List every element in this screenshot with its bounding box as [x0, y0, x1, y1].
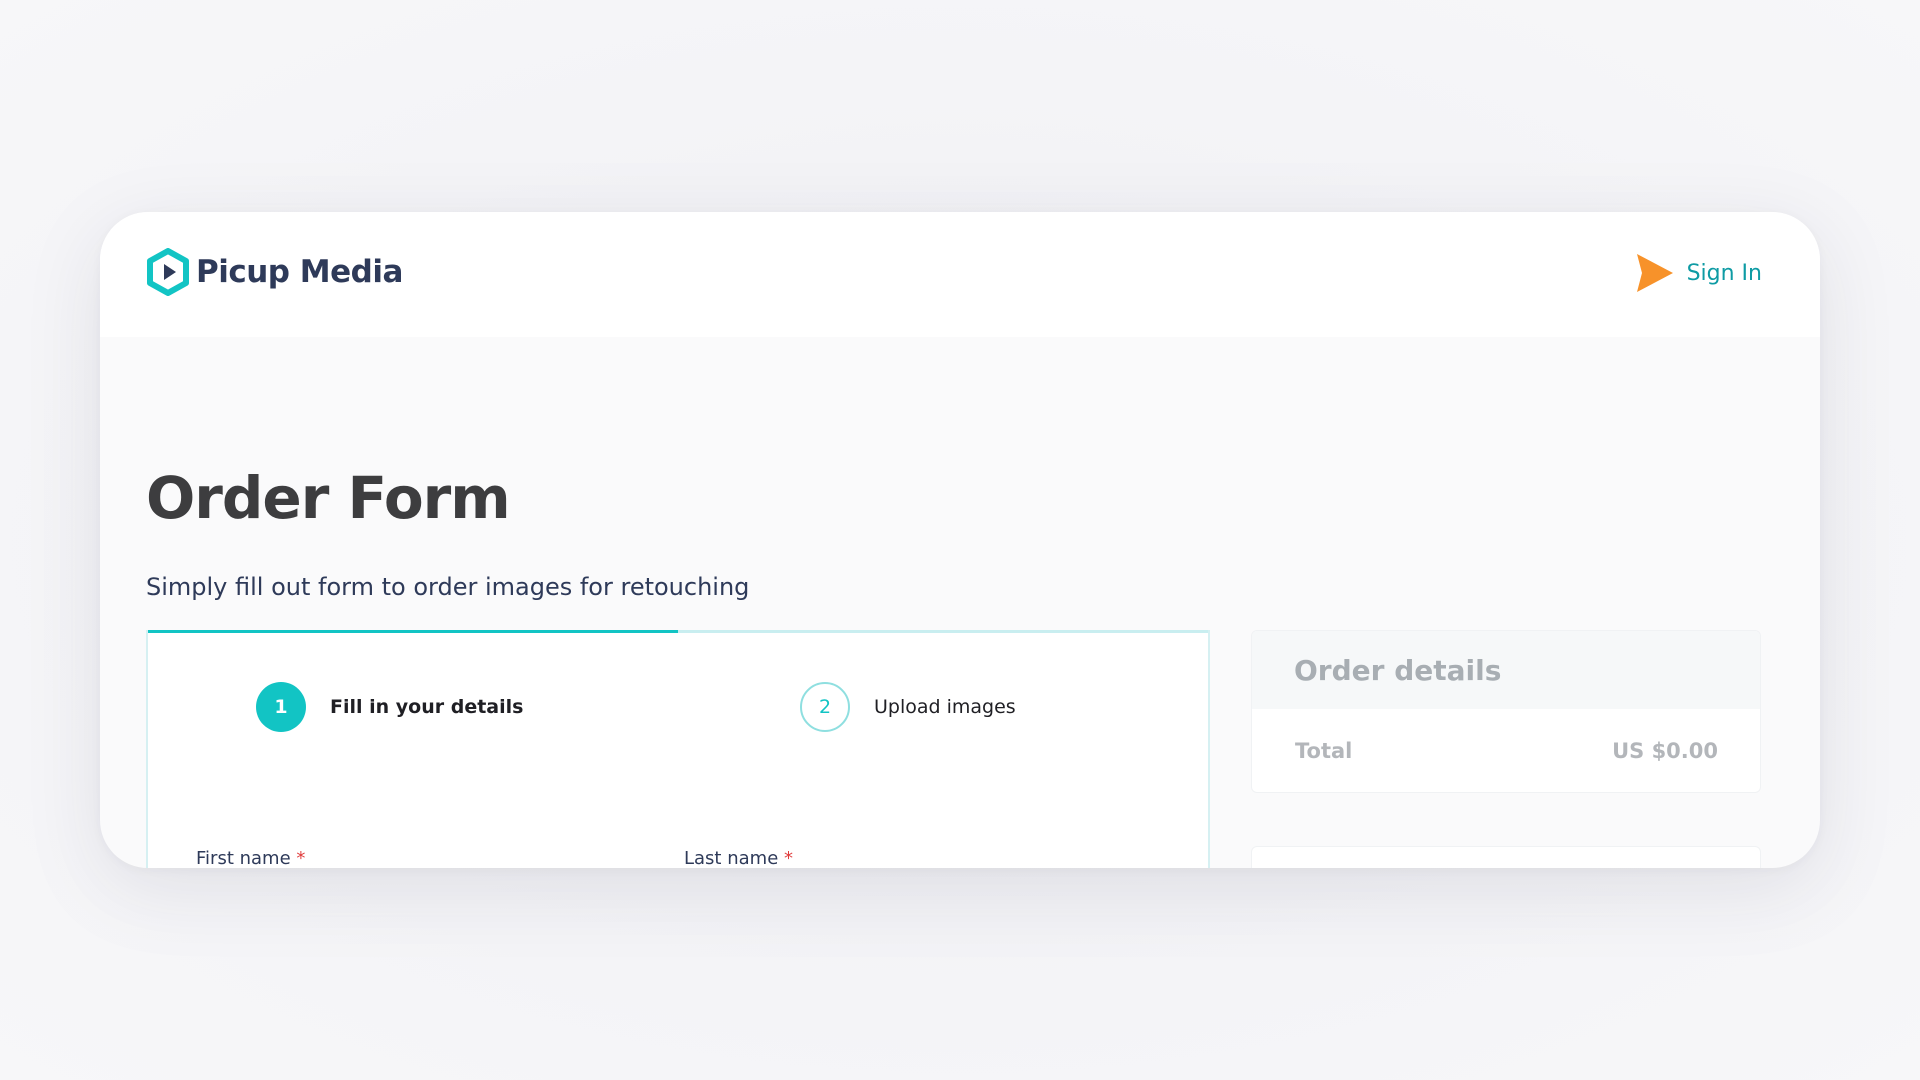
step-label: Upload images: [874, 696, 1016, 718]
pointer-arrow-icon: [1633, 250, 1677, 296]
sign-in-label: Sign In: [1686, 260, 1762, 286]
step-fill-details[interactable]: 1 Fill in your details: [256, 682, 523, 732]
page-subtitle: Simply fill out form to order images for…: [146, 573, 750, 601]
page-title: Order Form: [146, 464, 511, 532]
order-details-card: Order details Total US $0.00: [1251, 630, 1761, 793]
secondary-summary-card: [1251, 846, 1761, 868]
last-name-label: Last name *: [684, 848, 793, 868]
brand-name: Picup Media: [196, 254, 403, 290]
sign-in-link[interactable]: Sign In: [1633, 250, 1762, 296]
picup-logo-icon: [146, 248, 190, 296]
step-progress-track: [148, 630, 1208, 633]
order-total-label: Total: [1295, 739, 1353, 763]
order-total-row: Total US $0.00: [1252, 709, 1760, 792]
order-form-card: 1 Fill in your details 2 Upload images F…: [146, 630, 1210, 868]
required-marker: *: [784, 848, 793, 868]
order-details-heading: Order details: [1252, 631, 1760, 709]
step-number-badge: 1: [256, 682, 306, 732]
order-total-value: US $0.00: [1612, 739, 1718, 763]
step-progress-fill: [148, 630, 678, 633]
step-number-badge: 2: [800, 682, 850, 732]
step-label: Fill in your details: [330, 696, 524, 718]
step-upload-images[interactable]: 2 Upload images: [800, 682, 1016, 732]
top-navigation-bar: Picup Media Sign In: [100, 212, 1820, 337]
brand-logo[interactable]: Picup Media: [146, 248, 403, 296]
required-marker: *: [296, 848, 306, 868]
app-window: Picup Media Sign In Order Form Simply fi…: [100, 212, 1820, 868]
first-name-label: First name *: [196, 848, 306, 868]
